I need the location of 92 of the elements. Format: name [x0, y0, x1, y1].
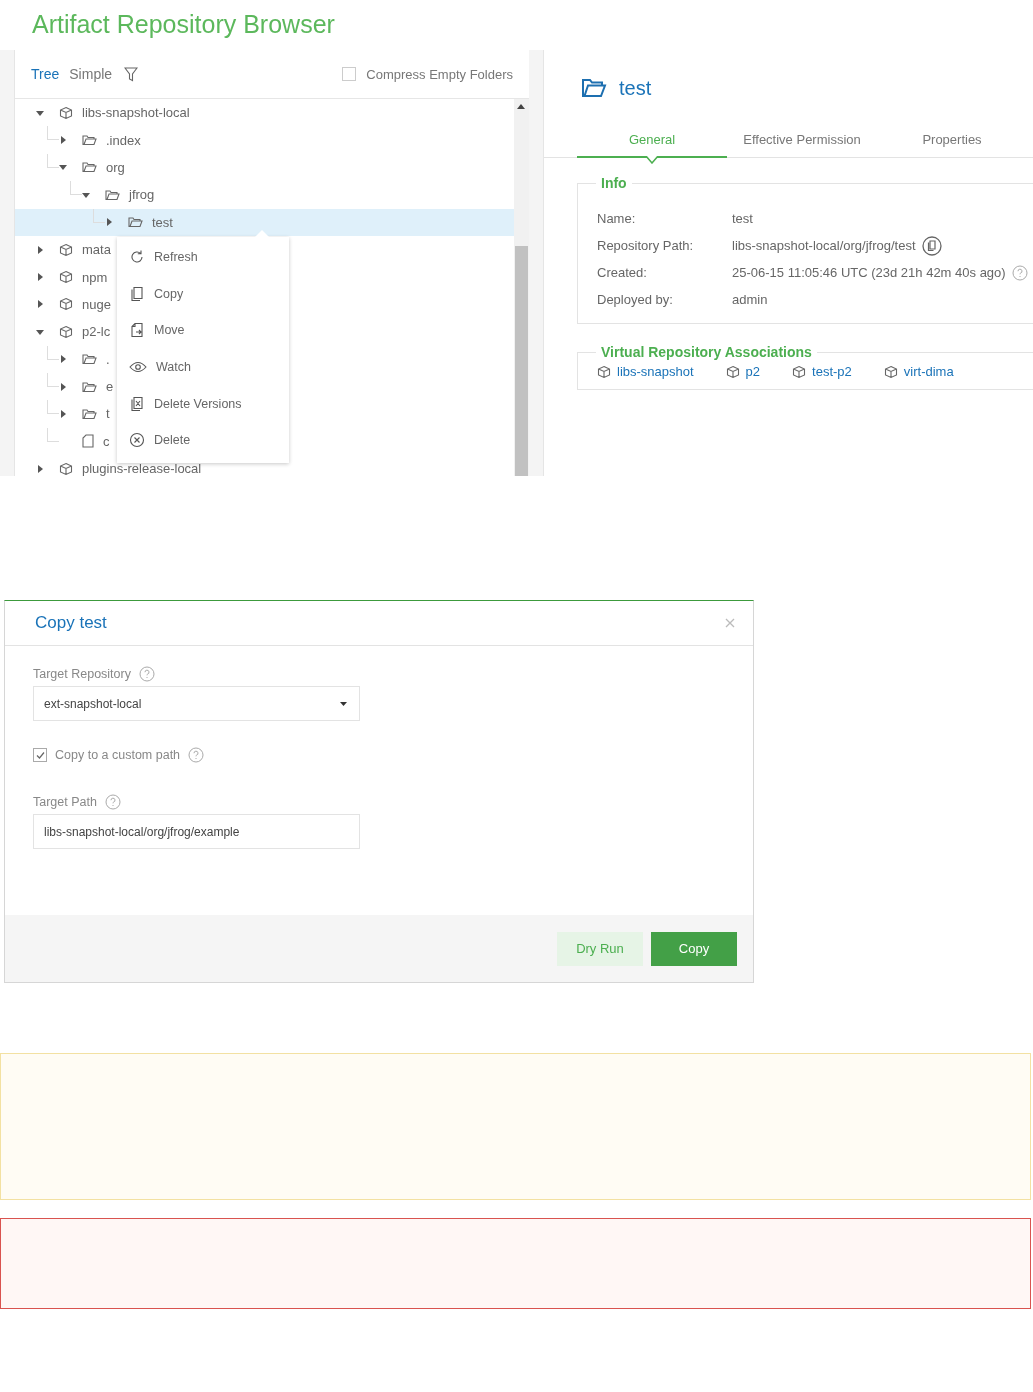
- checkbox-label: Copy to a custom path: [55, 748, 181, 762]
- menu-item[interactable]: Delete Versions: [117, 385, 289, 422]
- move-icon: [129, 322, 145, 339]
- tab[interactable]: Effective Permission: [727, 132, 877, 157]
- tree-item[interactable]: mata: [15, 235, 111, 264]
- delete-icon: [129, 432, 145, 449]
- caret-right-icon[interactable]: [59, 382, 67, 391]
- field-value: admin: [732, 292, 768, 307]
- tree-item[interactable]: e: [15, 372, 114, 401]
- caret-down-icon[interactable]: [36, 327, 44, 336]
- view-tab[interactable]: Simple: [69, 66, 113, 82]
- field-value: 25-06-15 11:05:46 UTC (23d 21h 42m 40s ago): [732, 265, 1006, 280]
- repository-link[interactable]: virt-dima: [883, 364, 954, 379]
- caret-down-icon[interactable]: [59, 163, 67, 172]
- folder-icon: [128, 216, 143, 229]
- folder-icon: [82, 134, 97, 147]
- field-label: Created:: [597, 265, 648, 280]
- copy-icon: [129, 285, 145, 302]
- tree-item[interactable]: npm: [15, 263, 108, 291]
- tree-item[interactable]: test: [15, 208, 514, 236]
- view-tab[interactable]: Tree: [31, 66, 60, 82]
- caret-down-icon[interactable]: [82, 190, 90, 199]
- menu-item[interactable]: Move: [117, 312, 289, 349]
- dialog-title: Copy test: [35, 613, 107, 633]
- repository-link[interactable]: libs-snapshot: [597, 364, 694, 379]
- copy-icon[interactable]: [921, 235, 942, 256]
- caret-right-icon[interactable]: [59, 410, 67, 418]
- repository-link[interactable]: test-p2: [792, 364, 852, 379]
- field-label: Deployed by:: [597, 292, 674, 307]
- field-label: Repository Path:: [597, 238, 695, 253]
- refresh-icon: [129, 249, 145, 266]
- cube-icon: [59, 270, 73, 285]
- cube-icon: [59, 297, 73, 312]
- delete-file-icon: [129, 395, 145, 412]
- tab-pointer-icon: [646, 156, 658, 164]
- cube-icon: [59, 324, 73, 339]
- cube-icon: [725, 364, 740, 379]
- caret-right-icon[interactable]: [36, 300, 44, 309]
- cube-icon: [59, 461, 73, 476]
- field-label: Target Repository: [33, 667, 131, 681]
- section-title: Virtual Repository Associations: [600, 344, 813, 360]
- checkbox-label: Compress Empty Folders: [366, 66, 513, 82]
- item-title: test: [619, 76, 652, 100]
- caret-right-icon[interactable]: [59, 136, 67, 145]
- menu-item[interactable]: Watch: [117, 348, 289, 386]
- tree-item[interactable]: t: [15, 400, 110, 428]
- field-label: Name:: [597, 211, 637, 226]
- caret-right-icon[interactable]: [59, 355, 67, 364]
- field-value: test: [732, 211, 753, 226]
- scrollbar[interactable]: [514, 99, 529, 476]
- caret-right-icon[interactable]: [36, 245, 44, 254]
- cube-icon: [792, 364, 807, 379]
- folder-icon: [82, 380, 97, 393]
- tab[interactable]: Properties: [877, 132, 1027, 157]
- tree-item[interactable]: nuge: [15, 290, 111, 319]
- file-icon: [82, 434, 94, 449]
- copy-button[interactable]: Copy: [651, 931, 737, 966]
- repository-select[interactable]: ext-snapshot-local: [33, 686, 360, 721]
- cube-icon: [597, 364, 611, 379]
- caret-right-icon[interactable]: [105, 218, 113, 227]
- folder-icon: [82, 161, 97, 174]
- caret-down-icon: [340, 701, 347, 706]
- checkbox[interactable]: [342, 67, 357, 81]
- tree-item[interactable]: p2-lc: [15, 318, 111, 346]
- folder-icon: [82, 353, 97, 366]
- field-value: libs-snapshot-local/org/jfrog/test: [732, 238, 916, 253]
- cube-icon: [59, 242, 73, 257]
- tree-item[interactable]: c: [15, 427, 110, 456]
- caret-right-icon[interactable]: [36, 464, 44, 473]
- caret-right-icon[interactable]: [36, 273, 44, 282]
- folder-icon: [105, 188, 120, 201]
- path-input[interactable]: libs-snapshot-local/org/jfrog/example: [33, 814, 360, 849]
- section-title: Info: [600, 175, 628, 191]
- eye-icon: [129, 361, 147, 374]
- tree-item[interactable]: org: [15, 153, 125, 182]
- caret-down-icon[interactable]: [36, 108, 44, 117]
- tree-item[interactable]: .index: [15, 126, 141, 154]
- folder-icon: [581, 78, 607, 98]
- cube-icon: [59, 105, 73, 120]
- field-label: Target Path: [33, 795, 97, 809]
- menu-item[interactable]: Refresh: [117, 239, 289, 276]
- filter-icon[interactable]: [124, 66, 139, 82]
- repository-link[interactable]: p2: [725, 364, 761, 379]
- menu-item[interactable]: Copy: [117, 275, 289, 313]
- tree-item[interactable]: libs-snapshot-local: [15, 99, 190, 127]
- cube-icon: [883, 364, 898, 379]
- folder-icon: [82, 408, 97, 420]
- checkbox[interactable]: [33, 748, 47, 762]
- app-title: Artifact Repository Browser: [31, 9, 336, 40]
- tree-item[interactable]: jfrog: [15, 181, 155, 209]
- scroll-up-icon[interactable]: [517, 103, 525, 109]
- tree-item[interactable]: .: [15, 345, 110, 373]
